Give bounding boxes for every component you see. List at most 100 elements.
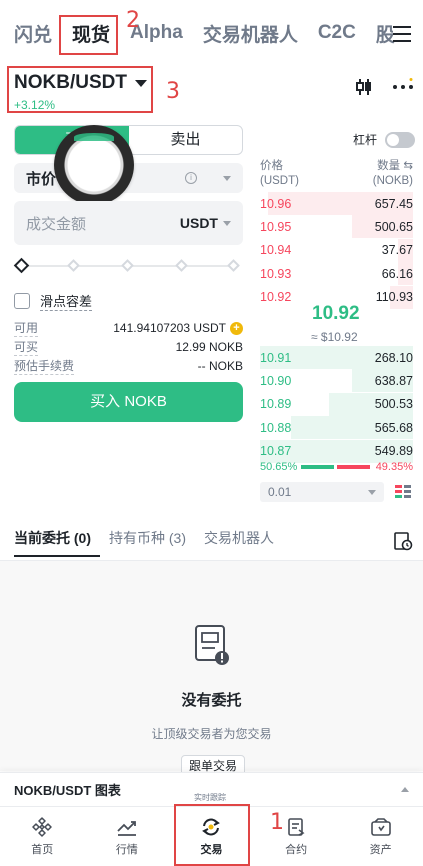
bid-price: 10.91: [260, 350, 292, 365]
candlestick-chart-icon[interactable]: [354, 78, 374, 96]
buy-ratio: 50.65%: [260, 461, 298, 473]
bid-quantity: 500.53: [374, 397, 413, 412]
tab-holdings[interactable]: 持有币种 (3): [109, 528, 186, 548]
bid-quantity: 268.10: [374, 350, 413, 365]
nav-home[interactable]: 首页: [0, 807, 85, 866]
amount-slider[interactable]: [13, 257, 243, 274]
bid-row[interactable]: 10.89 500.53: [260, 392, 413, 416]
tab-swap[interactable]: 闪兑: [14, 20, 52, 47]
slider-handle[interactable]: [13, 257, 30, 274]
buy-nokb-button[interactable]: 买入 NOKB: [14, 382, 243, 422]
bid-quantity: 549.89: [374, 444, 413, 459]
chevron-up-icon: [401, 787, 409, 792]
price-unit: (USDT): [260, 175, 299, 187]
bid-price: 10.88: [260, 420, 292, 435]
annotation-number-1: 1: [270, 810, 284, 835]
nav-home-label: 首页: [31, 843, 54, 856]
orderbook-header: 价格 (USDT) 数量 ⇆ (NOKB): [260, 159, 413, 189]
markets-icon: [117, 820, 136, 836]
empty-subtitle: 让顶级交易者为您交易: [151, 727, 272, 741]
annotation-box-2: [59, 15, 118, 55]
tab-bots[interactable]: 交易机器人: [204, 528, 274, 548]
menu-icon[interactable]: [393, 26, 411, 42]
nav-futures[interactable]: 合约: [254, 807, 339, 866]
amount-field[interactable]: 成交金额 USDT: [14, 201, 243, 245]
chart-panel-label: NOKB/USDT 图表: [14, 783, 121, 798]
bid-row[interactable]: 10.91 268.10: [260, 346, 413, 369]
slippage-label: 滑点容差: [40, 291, 93, 311]
last-price: 10.92: [312, 303, 360, 324]
max-buy-row: 可买 12.99 NOKB: [14, 338, 243, 356]
amount-placeholder: 成交金额: [26, 215, 87, 233]
annotation-box-3: [7, 66, 153, 113]
ask-quantity: 66.16: [381, 266, 413, 281]
add-funds-icon[interactable]: +: [230, 321, 243, 335]
slider-step-50[interactable]: [121, 259, 134, 272]
floating-label: 实时跟踪: [194, 793, 226, 802]
chevron-down-icon: [223, 175, 231, 181]
active-tab-indicator: [14, 555, 100, 557]
orders-tabs: 当前委托 (0) 持有币种 (3) 交易机器人: [14, 528, 292, 548]
price-header: 价格: [260, 160, 283, 172]
bid-quantity: 565.68: [374, 420, 413, 435]
buy-sell-ratio: 50.65% 49.35%: [260, 461, 413, 473]
slippage-checkbox[interactable]: [14, 293, 30, 309]
max-buy-value: 12.99 NOKB: [175, 340, 243, 354]
bid-price: 10.89: [260, 397, 292, 412]
tick-size-select[interactable]: 0.01: [260, 482, 384, 502]
slider-step-75[interactable]: [175, 259, 188, 272]
nav-assets[interactable]: 资产: [338, 807, 423, 866]
tab-open-orders[interactable]: 当前委托 (0): [14, 528, 91, 548]
amount-unit-select[interactable]: USDT: [180, 215, 231, 231]
fee-value: -- NOKB: [197, 359, 243, 373]
slider-step-100[interactable]: [227, 259, 240, 272]
ratio-bar: [301, 465, 371, 469]
ask-price: 10.96: [260, 196, 292, 211]
ask-row[interactable]: 10.96 657.45: [260, 192, 413, 215]
order-history-icon[interactable]: [393, 531, 413, 551]
orderbook-layout-icon[interactable]: [394, 483, 412, 501]
ask-price: 10.95: [260, 219, 292, 234]
nav-futures-label: 合约: [285, 843, 308, 856]
sell-tab[interactable]: 卖出: [129, 126, 242, 154]
empty-title: 没有委托: [181, 692, 242, 709]
tab-trading-bots[interactable]: 交易机器人: [203, 20, 298, 47]
slider-step-25[interactable]: [67, 259, 80, 272]
more-options-icon[interactable]: [392, 78, 414, 96]
ask-row[interactable]: 10.93 66.16: [260, 262, 413, 286]
leverage-toggle[interactable]: 杠杆: [353, 131, 416, 148]
tab-c2c[interactable]: C2C: [318, 22, 356, 44]
ask-quantity: 500.65: [374, 219, 413, 234]
touch-indicator: [54, 125, 134, 205]
available-value: 141.94107203 USDT: [113, 321, 226, 335]
bid-row[interactable]: 10.87 549.89: [260, 439, 413, 463]
ask-row[interactable]: 10.95 500.65: [260, 215, 413, 239]
toggle-switch[interactable]: [385, 131, 416, 148]
home-icon: [32, 816, 53, 837]
sell-ratio: 49.35%: [375, 461, 413, 473]
max-buy-label: 可买: [14, 340, 39, 356]
nav-assets-label: 资产: [369, 843, 392, 856]
bid-price: 10.87: [260, 444, 292, 459]
ask-quantity: 37.67: [381, 243, 413, 258]
ask-quantity: 110.93: [375, 290, 413, 305]
bid-row[interactable]: 10.88 565.68: [260, 416, 413, 440]
ask-price: 10.94: [260, 243, 292, 258]
bid-row[interactable]: 10.90 638.87: [260, 369, 413, 393]
last-price-usd: ≈ $10.92: [311, 330, 358, 344]
annotation-number-3: 3: [166, 79, 180, 104]
ask-row[interactable]: 10.94 37.67: [260, 238, 413, 262]
futures-icon: [288, 817, 305, 836]
ask-price: 10.92: [260, 290, 292, 305]
slippage-option[interactable]: 滑点容差: [14, 291, 93, 311]
quantity-header[interactable]: 数量 ⇆: [373, 159, 413, 174]
info-icon[interactable]: i: [185, 172, 197, 184]
nav-markets[interactable]: 行情: [85, 807, 170, 866]
nav-markets-label: 行情: [115, 843, 138, 856]
tab-stocks[interactable]: 股: [376, 20, 395, 47]
fee-row: 预估手续费 -- NOKB: [14, 357, 243, 375]
ask-quantity: 657.45: [374, 196, 413, 211]
wallet-icon: [370, 817, 391, 836]
available-row: 可用 141.94107203 USDT +: [14, 319, 243, 337]
available-label[interactable]: 可用: [14, 319, 39, 337]
